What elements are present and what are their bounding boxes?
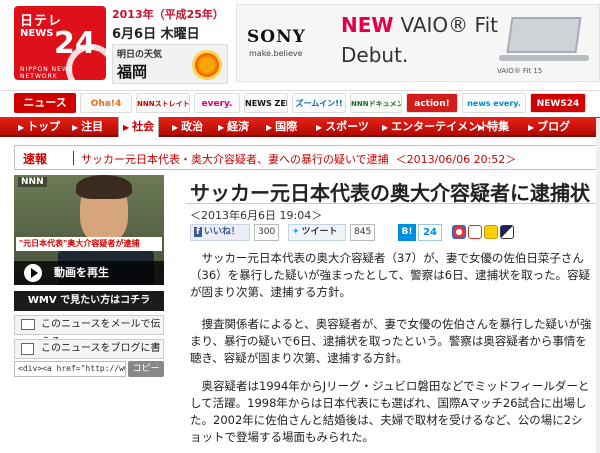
nav-economy[interactable]: ▶ 経済 [218, 117, 249, 137]
video-player[interactable]: NNN "元日本代表"奥大介容疑者が逮捕 動画を再生 [14, 175, 164, 285]
article-date: ＜2013年6月6日 19:04＞ [190, 209, 323, 222]
article-title: サッカー元日本代表の奥大介容疑者に逮捕状 [190, 181, 590, 205]
breaking-text: サッカー元日本代表・奥大介容疑者、妻への暴行の疑いで逮捕 [81, 153, 389, 166]
hatena-count: 24 [418, 224, 442, 241]
channel-nnn-document[interactable]: NNNドキュメント [350, 93, 402, 113]
social-buttons: f いいね！ 300 ✦ ツイート 845 B! 24 [190, 224, 600, 242]
like-label: いいね！ [203, 227, 240, 237]
wmv-link[interactable]: WMV で見たい方はコチラ [14, 291, 164, 311]
copy-button[interactable]: コピー [128, 361, 164, 377]
twitter-icon: ✦ [292, 227, 300, 237]
page-scrollbar[interactable] [596, 118, 600, 453]
nav-sports[interactable]: ▶ スポーツ [316, 117, 369, 137]
like-count: 300 [254, 224, 280, 241]
nav-special[interactable]: ▶ 特集 [478, 117, 509, 137]
category-nav: ▶ トップ ▶ 注目 ▶ 社会 ▶ 政治 ▶ 経済 ▶ 国際 ▶ スポーツ ▶ エンターテイメン… [0, 117, 600, 137]
share-blog-link[interactable]: このニュースをブログに書く [14, 339, 164, 372]
play-icon [24, 264, 42, 282]
breaking-label: 速報 [23, 152, 48, 166]
breaking-time: ＜2013/06/06 20:52＞ [395, 153, 517, 166]
video-person-hair [76, 175, 132, 199]
tweet-button[interactable]: ✦ ツイート [288, 224, 346, 241]
article-paragraph: 捜査関係者によると、奥容疑者が、妻で女優の佐伯さんを暴行した疑いが強まり、暴行の… [190, 317, 592, 365]
embed-code-field[interactable]: <div><a href="http://www.news [14, 361, 126, 377]
share-icon-3[interactable] [484, 225, 498, 239]
channel-oha4[interactable]: Oha!4 [80, 93, 132, 113]
news-label[interactable]: ニュース [14, 93, 76, 113]
nav-politics[interactable]: ▶ 政治 [172, 117, 203, 137]
nav-label: 注目 [81, 120, 104, 133]
ad-headline2: Debut. [341, 43, 409, 67]
tweet-label: ツイート [301, 227, 338, 237]
nav-label: スポーツ [325, 120, 369, 133]
nav-blog[interactable]: ▶ ブログ [528, 117, 570, 137]
nav-entertainment[interactable]: ▶ エンターテイメント [382, 117, 490, 137]
site-header: 日テレ NEWS 24 NIPPON NEWS NETWORK 2013年（平成… [0, 0, 600, 88]
breaking-divider [73, 151, 74, 165]
nnn-news24-logo[interactable]: 日テレ NEWS 24 NIPPON NEWS NETWORK [14, 6, 106, 80]
title-divider [186, 203, 600, 204]
nav-label: 経済 [227, 120, 250, 133]
nav-society[interactable]: ▶ 社会 [118, 117, 160, 137]
share-mail-link[interactable]: このニュースをメールで伝える [14, 315, 164, 348]
breaking-headline-link[interactable]: サッカー元日本代表・奥大介容疑者、妻への暴行の疑いで逮捕 ＜2013/06/06… [81, 151, 516, 167]
article-paragraph: 奥容疑者は1994年からJリーグ・ジュビロ磐田などでミッドフィールダーとして活躍… [190, 379, 590, 444]
ad-model: VAIO® Fit 15 [497, 67, 543, 75]
nav-label: トップ [27, 120, 61, 133]
ad-headline-rest: VAIO® Fit [400, 13, 498, 37]
nav-label: ブログ [537, 120, 571, 133]
tweet-count: 845 [350, 224, 376, 241]
channel-news-every[interactable]: news every. [462, 93, 526, 113]
nav-label: エンターテイメント [391, 120, 491, 133]
video-caption: "元日本代表"奥大介容疑者が逮捕 [16, 237, 162, 251]
nav-label: 特集 [487, 120, 510, 133]
play-video-button[interactable]: 動画を再生 [14, 261, 164, 285]
video-network-label: NNN [18, 177, 47, 187]
channel-every[interactable]: every. [194, 93, 240, 113]
channel-action[interactable]: action! [406, 93, 458, 113]
nav-international[interactable]: ▶ 国際 [266, 117, 297, 137]
share-icon-2[interactable] [468, 225, 482, 239]
channel-straight-news[interactable]: NNNストレイトニュース [136, 93, 190, 113]
facebook-icon: f [194, 227, 202, 237]
nav-label: 国際 [275, 120, 298, 133]
weather-city: 福岡 [117, 63, 148, 81]
ad-tagline: make.believe [249, 49, 303, 58]
date-label: 6月6日 木曜日 [112, 27, 200, 42]
play-label: 動画を再生 [54, 266, 109, 279]
mail-icon [21, 319, 35, 330]
channel-zoomin[interactable]: ズームイン!! [292, 93, 346, 113]
ad-headline-new: NEW [341, 13, 394, 37]
laptop-image [499, 17, 591, 63]
share-icon-1[interactable] [452, 225, 466, 239]
nav-featured[interactable]: ▶ 注目 [72, 117, 103, 137]
hatena-bookmark-button[interactable]: B! [398, 224, 416, 241]
year-label: 2013年（平成25年） [112, 8, 224, 21]
sony-vaio-ad-banner[interactable]: SONY make.believe NEW VAIO® Fit Debut. V… [236, 4, 600, 82]
ad-headline: NEW VAIO® Fit [341, 13, 498, 37]
channel-news24[interactable]: NEWS24 [530, 93, 586, 113]
program-bar: ニュース Oha!4 NNNストレイトニュース every. NEWS ZERO… [0, 90, 600, 114]
facebook-like-button[interactable]: f いいね！ [190, 224, 250, 241]
share-icon-4[interactable] [500, 225, 514, 239]
weather-widget[interactable]: 明日の天気 福岡 [112, 44, 228, 84]
nav-label: 社会 [132, 120, 155, 133]
sun-icon [195, 53, 219, 77]
nav-label: 政治 [181, 120, 204, 133]
ad-brand: SONY [247, 27, 306, 47]
date-weather-box: 2013年（平成25年） 6月6日 木曜日 明日の天気 福岡 [112, 6, 230, 84]
logo-line2: NEWS [20, 28, 54, 39]
article-paragraph: サッカー元日本代表の奥大介容疑者（37）が、妻で女優の佐伯日菜子さん（36）を暴… [190, 251, 591, 299]
breaking-news-bar: 速報 サッカー元日本代表・奥大介容疑者、妻への暴行の疑いで逮捕 ＜2013/06… [14, 145, 600, 170]
nav-top[interactable]: ▶ トップ [18, 117, 60, 137]
blog-icon [21, 343, 34, 355]
weather-label: 明日の天気 [117, 50, 163, 60]
channel-news-zero[interactable]: NEWS ZERO [244, 93, 288, 113]
